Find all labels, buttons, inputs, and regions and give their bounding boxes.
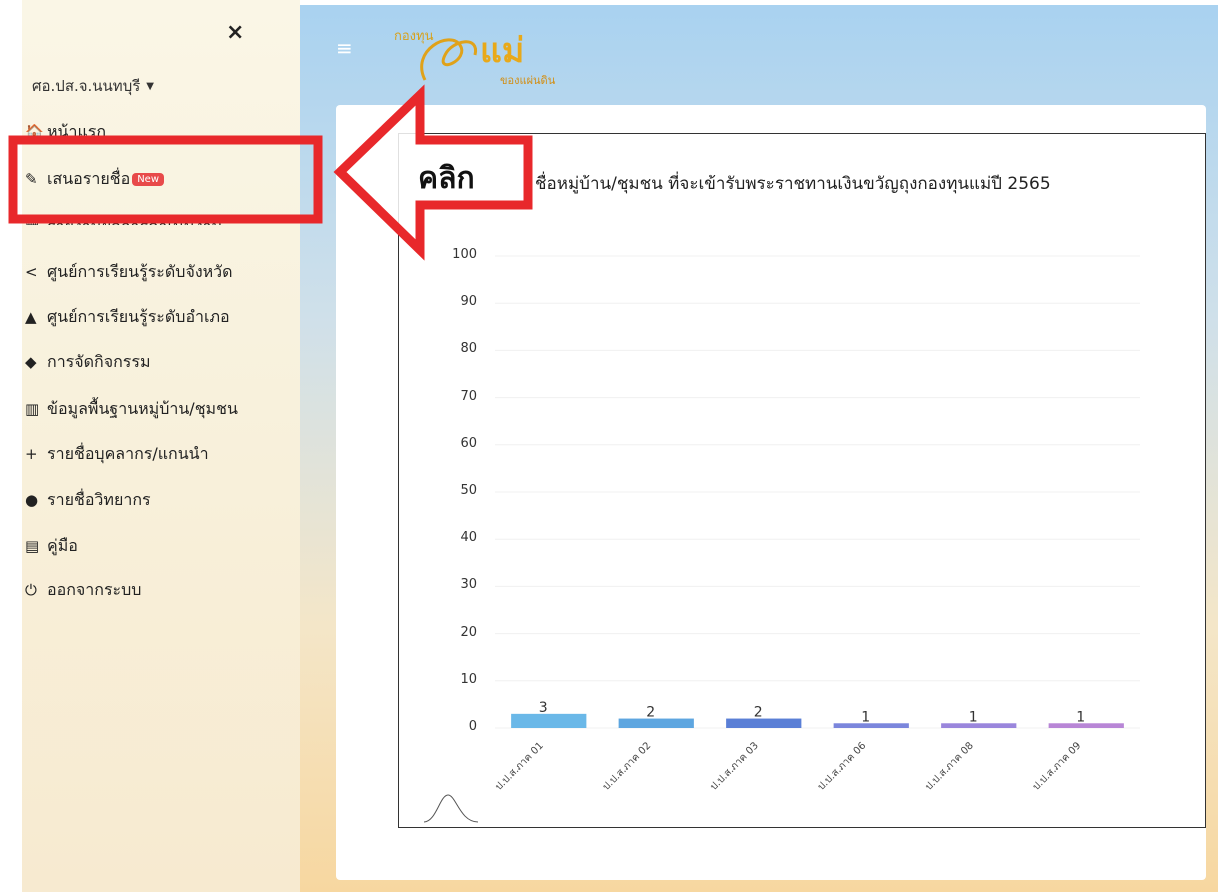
data-label: 2: [646, 705, 655, 721]
x-tick-label: ป.ป.ส.ภาค 09: [1031, 740, 1083, 792]
bar[interactable]: [618, 718, 694, 728]
distribution-curve-icon: [423, 794, 479, 823]
data-label: 2: [754, 705, 763, 721]
bar-chart: 3 ป.ป.ส.ภาค 01 2 ป.ป.ส.ภาค 02 2 ป.ป.ส.ภาค 03 1…: [423, 255, 1140, 823]
bar[interactable]: [941, 723, 1017, 728]
x-tick-label: ป.ป.ส.ภาค 02: [601, 740, 653, 792]
bar[interactable]: [511, 713, 587, 728]
click-annotation-label: คลิก: [418, 161, 475, 196]
data-label: 1: [969, 709, 978, 725]
bar[interactable]: [833, 723, 909, 728]
x-tick-label: ป.ป.ส.ภาค 03: [708, 740, 760, 792]
bar[interactable]: [1048, 723, 1124, 728]
data-label: 1: [861, 709, 870, 725]
x-tick-label: ป.ป.ส.ภาค 06: [816, 740, 868, 792]
x-tick-label: ป.ป.ส.ภาค 08: [923, 740, 975, 792]
bar[interactable]: [726, 718, 802, 728]
x-tick-label: ป.ป.ส.ภาค 01: [493, 740, 545, 792]
data-label: 1: [1076, 709, 1085, 725]
data-label: 3: [539, 700, 548, 716]
